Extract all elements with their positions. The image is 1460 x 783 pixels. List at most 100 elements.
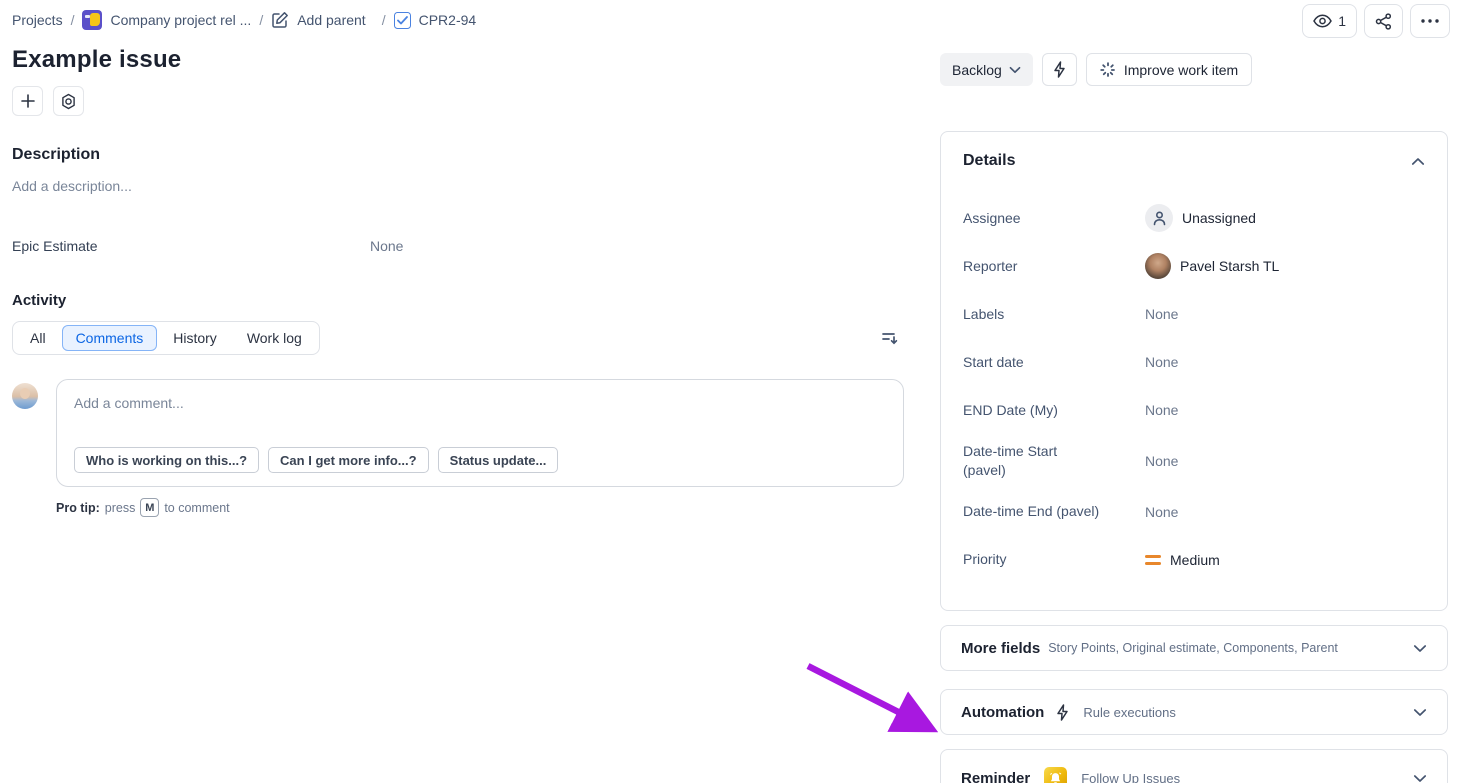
tab-history[interactable]: History xyxy=(159,325,231,351)
comment-input[interactable]: Add a comment... Who is working on this.… xyxy=(56,379,904,487)
field-label: Date-time Start (pavel) xyxy=(963,442,1145,480)
field-row-start-date: Start date None xyxy=(963,346,1425,378)
keyboard-key-m: M xyxy=(140,498,159,517)
breadcrumb-add-parent[interactable]: Add parent xyxy=(297,12,366,28)
issue-page: Projects / Company project rel ... / Add… xyxy=(0,0,1460,783)
chevron-down-icon xyxy=(1009,66,1021,74)
field-row-assignee: Assignee Unassigned xyxy=(963,202,1425,234)
priority-medium-icon xyxy=(1145,555,1161,565)
comment-placeholder: Add a comment... xyxy=(74,395,886,411)
status-dropdown[interactable]: Backlog xyxy=(940,53,1033,86)
sparkle-ai-icon xyxy=(1100,62,1116,78)
pro-tip-press: press xyxy=(105,501,136,515)
apps-button[interactable] xyxy=(53,86,84,116)
reminder-panel[interactable]: Reminder Follow Up Issues xyxy=(940,749,1448,783)
field-value: Medium xyxy=(1170,552,1220,568)
field-value: Pavel Starsh TL xyxy=(1180,258,1279,274)
automation-quick-button[interactable] xyxy=(1042,53,1077,86)
unassigned-avatar-icon xyxy=(1145,204,1173,232)
tab-all[interactable]: All xyxy=(16,325,60,351)
chevron-down-icon[interactable] xyxy=(1413,644,1427,653)
field-value[interactable]: None xyxy=(1145,402,1178,418)
pro-tip-prefix: Pro tip: xyxy=(56,501,100,515)
field-label: Assignee xyxy=(963,209,1145,228)
field-value[interactable]: None xyxy=(1145,354,1178,370)
breadcrumb-separator: / xyxy=(382,12,386,28)
field-value[interactable]: None xyxy=(1145,306,1178,322)
chevron-up-icon[interactable] xyxy=(1411,157,1425,166)
more-fields-heading: More fields xyxy=(961,640,1040,657)
field-row-datetime-start: Date-time Start (pavel) None xyxy=(963,442,1425,480)
plus-icon xyxy=(20,93,36,109)
details-heading: Details xyxy=(963,152,1015,170)
field-value: Unassigned xyxy=(1182,210,1256,226)
watch-button[interactable]: 1 xyxy=(1302,4,1357,38)
watchers-count: 1 xyxy=(1338,13,1346,29)
breadcrumb-issue-key[interactable]: CPR2-94 xyxy=(419,12,477,28)
more-actions-button[interactable] xyxy=(1410,4,1450,38)
breadcrumb-project[interactable]: Company project rel ... xyxy=(110,12,251,28)
quick-reply-status-update[interactable]: Status update... xyxy=(438,447,559,473)
header-actions: 1 xyxy=(1302,4,1450,38)
issue-main: Example issue Description Add a descript… xyxy=(12,46,904,517)
quick-reply-bar: Who is working on this...? Can I get mor… xyxy=(74,447,558,473)
more-fields-summary: Story Points, Original estimate, Compone… xyxy=(1048,641,1413,655)
eye-icon xyxy=(1313,14,1332,28)
field-row-reporter: Reporter Pavel Starsh TL xyxy=(963,250,1425,282)
assignee-value[interactable]: Unassigned xyxy=(1145,204,1256,232)
field-row-labels: Labels None xyxy=(963,298,1425,330)
epic-estimate-row: Epic Estimate None xyxy=(12,238,904,254)
details-header[interactable]: Details xyxy=(963,152,1425,170)
quick-reply-working[interactable]: Who is working on this...? xyxy=(74,447,259,473)
sort-icon xyxy=(881,330,899,346)
field-label: Reporter xyxy=(963,257,1145,276)
share-icon xyxy=(1375,13,1392,30)
pro-tip-suffix: to comment xyxy=(164,501,229,515)
priority-value[interactable]: Medium xyxy=(1145,552,1220,568)
avatar[interactable] xyxy=(12,383,38,409)
task-type-icon xyxy=(394,12,411,29)
issue-sidebar: Backlog Improve work item xyxy=(940,53,1448,783)
description-heading: Description xyxy=(12,146,904,164)
tab-work-log[interactable]: Work log xyxy=(233,325,316,351)
field-value[interactable]: None xyxy=(1145,504,1178,520)
field-label: END Date (My) xyxy=(963,401,1145,420)
field-label: Start date xyxy=(963,353,1145,372)
field-row-priority: Priority Medium xyxy=(963,544,1425,576)
breadcrumb-projects[interactable]: Projects xyxy=(12,12,63,28)
status-toolbar: Backlog Improve work item xyxy=(940,53,1448,86)
reminder-heading: Reminder xyxy=(961,770,1030,783)
edit-icon xyxy=(271,11,289,29)
field-row-datetime-end: Date-time End (pavel) None xyxy=(963,496,1425,528)
description-placeholder[interactable]: Add a description... xyxy=(12,178,904,194)
epic-estimate-label: Epic Estimate xyxy=(12,238,370,254)
tab-comments[interactable]: Comments xyxy=(62,325,158,351)
page-title[interactable]: Example issue xyxy=(12,46,904,74)
lightning-icon xyxy=(1053,61,1066,78)
automation-panel[interactable]: Automation Rule executions xyxy=(940,689,1448,735)
sort-order-button[interactable] xyxy=(876,324,904,352)
lightning-icon xyxy=(1056,704,1069,721)
automation-summary: Rule executions xyxy=(1083,705,1413,720)
reporter-avatar xyxy=(1145,253,1171,279)
share-button[interactable] xyxy=(1364,4,1403,38)
activity-controls: All Comments History Work log xyxy=(12,321,904,355)
improve-work-item-button[interactable]: Improve work item xyxy=(1086,53,1252,86)
breadcrumb: Projects / Company project rel ... / Add… xyxy=(12,10,476,30)
field-label: Labels xyxy=(963,305,1145,324)
more-fields-panel[interactable]: More fields Story Points, Original estim… xyxy=(940,625,1448,671)
chevron-down-icon[interactable] xyxy=(1413,774,1427,783)
field-label: Priority xyxy=(963,550,1145,569)
add-button[interactable] xyxy=(12,86,43,116)
field-row-end-date: END Date (My) None xyxy=(963,394,1425,426)
chevron-down-icon[interactable] xyxy=(1413,708,1427,717)
ellipsis-icon xyxy=(1421,19,1439,23)
project-avatar-icon xyxy=(82,10,102,30)
field-value[interactable]: None xyxy=(1145,453,1178,469)
reminder-bell-icon xyxy=(1044,767,1067,783)
quick-reply-more-info[interactable]: Can I get more info...? xyxy=(268,447,429,473)
breadcrumb-separator: / xyxy=(71,12,75,28)
epic-estimate-value[interactable]: None xyxy=(370,238,403,254)
field-label: Date-time End (pavel) xyxy=(963,502,1145,521)
reporter-value[interactable]: Pavel Starsh TL xyxy=(1145,253,1279,279)
